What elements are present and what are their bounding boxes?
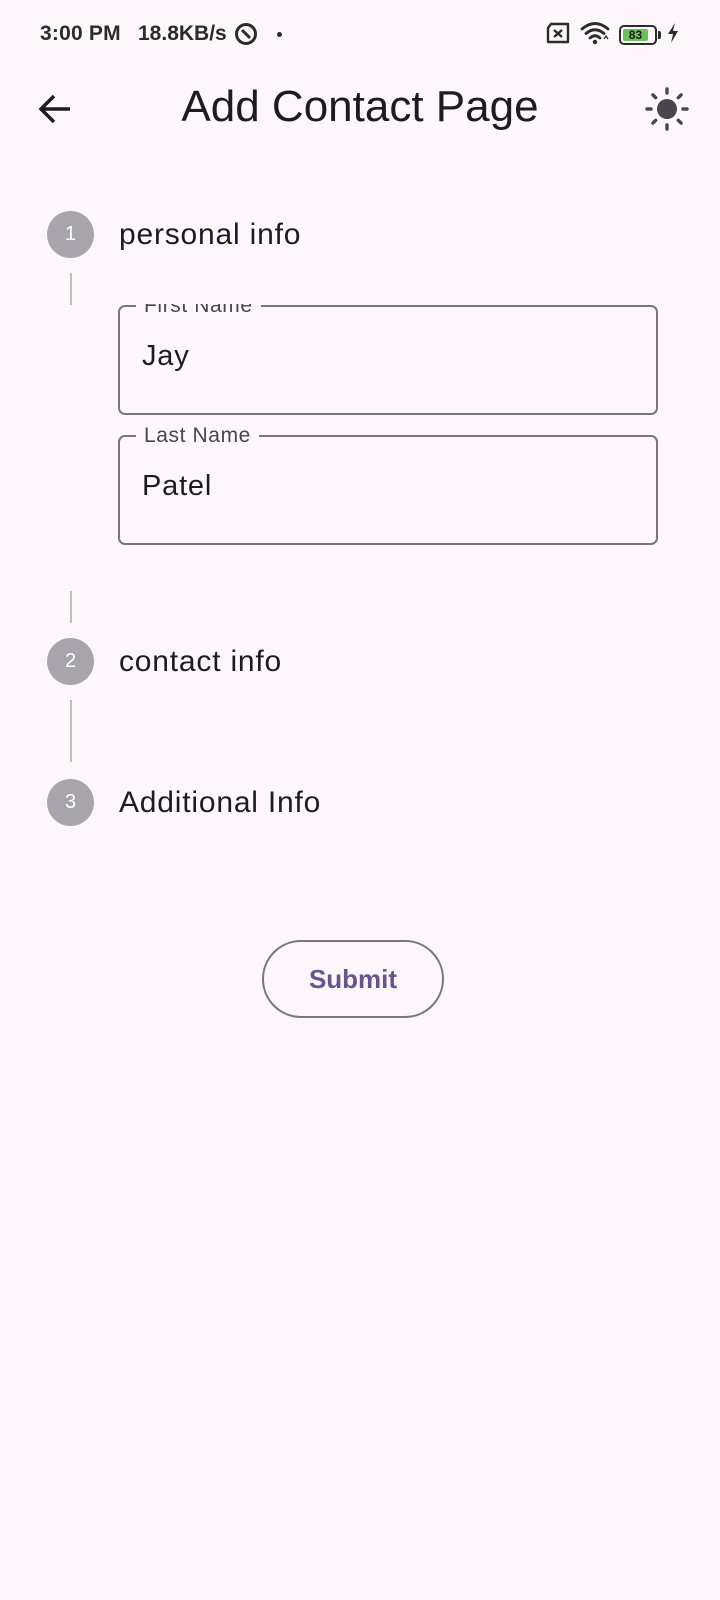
sun-icon bbox=[645, 87, 689, 131]
step-number: 3 bbox=[47, 779, 94, 826]
data-saver-icon bbox=[234, 22, 258, 46]
wifi-icon bbox=[580, 21, 610, 50]
page-title: Add Contact Page bbox=[181, 82, 539, 131]
step-title: contact info bbox=[119, 644, 283, 678]
step-contact-info[interactable]: 2 contact info bbox=[47, 638, 282, 685]
step-connector bbox=[70, 591, 72, 623]
last-name-label: Last Name bbox=[136, 423, 259, 449]
step-number: 1 bbox=[47, 211, 94, 258]
theme-toggle-button[interactable] bbox=[642, 84, 692, 134]
step-connector bbox=[70, 700, 72, 762]
step-additional-info[interactable]: 3 Additional Info bbox=[47, 779, 321, 826]
first-name-input[interactable] bbox=[142, 340, 632, 373]
step-personal-info[interactable]: 1 personal info bbox=[47, 211, 301, 258]
charging-icon bbox=[666, 22, 680, 49]
first-name-field[interactable]: First Name bbox=[118, 304, 658, 415]
last-name-input[interactable] bbox=[142, 470, 632, 503]
submit-button[interactable]: Submit bbox=[262, 940, 444, 1018]
status-time: 3:00 PM bbox=[40, 22, 121, 45]
sim-off-icon bbox=[545, 22, 571, 49]
last-name-field[interactable]: Last Name bbox=[118, 423, 658, 545]
status-icons: 83 bbox=[545, 20, 680, 50]
battery-icon: 83 bbox=[619, 25, 661, 45]
battery-level: 83 bbox=[623, 28, 648, 42]
notification-dot-icon bbox=[277, 32, 282, 37]
step-number: 2 bbox=[47, 638, 94, 685]
app-bar: Add Contact Page bbox=[0, 70, 720, 146]
step-connector bbox=[70, 273, 72, 305]
step-title: personal info bbox=[119, 217, 302, 251]
first-name-label: First Name bbox=[136, 304, 261, 321]
step-title: Additional Info bbox=[119, 785, 322, 819]
status-bar: 3:00 PM 18.8KB/s 83 bbox=[0, 0, 720, 70]
network-speed: 18.8KB/s bbox=[138, 22, 227, 45]
